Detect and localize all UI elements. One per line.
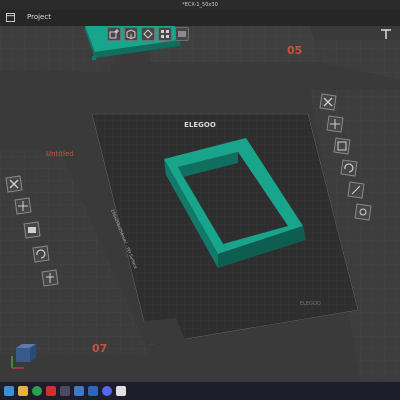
menu-bar: Project [0,10,400,26]
project-menu-label[interactable]: Project [27,13,51,21]
move-button[interactable] [13,196,33,216]
settings-button[interactable] [353,202,373,222]
slice-button[interactable] [175,27,189,41]
discord-icon[interactable] [102,386,112,396]
project-icon[interactable] [6,13,15,22]
window-titlebar: *ECX-1_50x30 [0,0,400,10]
remove-icon [5,175,23,193]
cube-view-button[interactable] [124,27,138,41]
cube-icon [126,29,136,39]
app-icon[interactable] [60,386,70,396]
right-remove-button[interactable] [318,92,338,112]
text-tool-button[interactable] [379,27,393,41]
rotate-icon [340,159,358,177]
plate-name-label[interactable]: Untitled [46,150,74,158]
slice-icon [178,31,186,37]
settings-icon [354,203,372,221]
cut-icon [347,181,365,199]
printer-brand-logo: ELEGOO [184,121,216,129]
plate-footer-brand: ELEGOO [300,301,321,307]
remove-icon [319,93,337,111]
plate-number-07: 07 [92,342,108,355]
chrome-icon[interactable] [32,386,42,396]
scale-button[interactable] [332,136,352,156]
rotate-button[interactable] [31,244,51,264]
fill-icon [23,221,41,239]
window-title: *ECX-1_50x30 [182,2,218,8]
move-icon [14,197,32,215]
add-object-button[interactable] [107,27,121,41]
start-icon[interactable] [4,386,14,396]
right-rotate-button[interactable] [339,158,359,178]
support-icon [41,269,59,287]
text-tool-icon [381,29,391,39]
plate-number-05: 05 [287,44,303,57]
files-icon[interactable] [18,386,28,396]
move-icon [326,115,344,133]
3d-viewport[interactable]: ELEGOO 256x256x256mm² - PEI Surface ELEG… [0,26,400,382]
remove-button[interactable] [4,174,24,194]
slicer-icon[interactable] [116,386,126,396]
support-button[interactable] [40,268,60,288]
pdf-icon[interactable] [46,386,56,396]
rotate-icon [32,245,50,263]
cut-button[interactable] [346,180,366,200]
view-cube[interactable] [8,342,36,370]
arrange-icon [161,30,169,38]
add-object-icon [109,29,119,39]
os-taskbar [0,382,400,400]
mail-icon[interactable] [88,386,98,396]
orient-button[interactable] [141,27,155,41]
fill-button[interactable] [22,220,42,240]
right-move-button[interactable] [325,114,345,134]
arrange-button[interactable] [158,27,172,41]
photos-icon[interactable] [74,386,84,396]
scale-icon [333,137,351,155]
orient-icon [143,29,153,39]
